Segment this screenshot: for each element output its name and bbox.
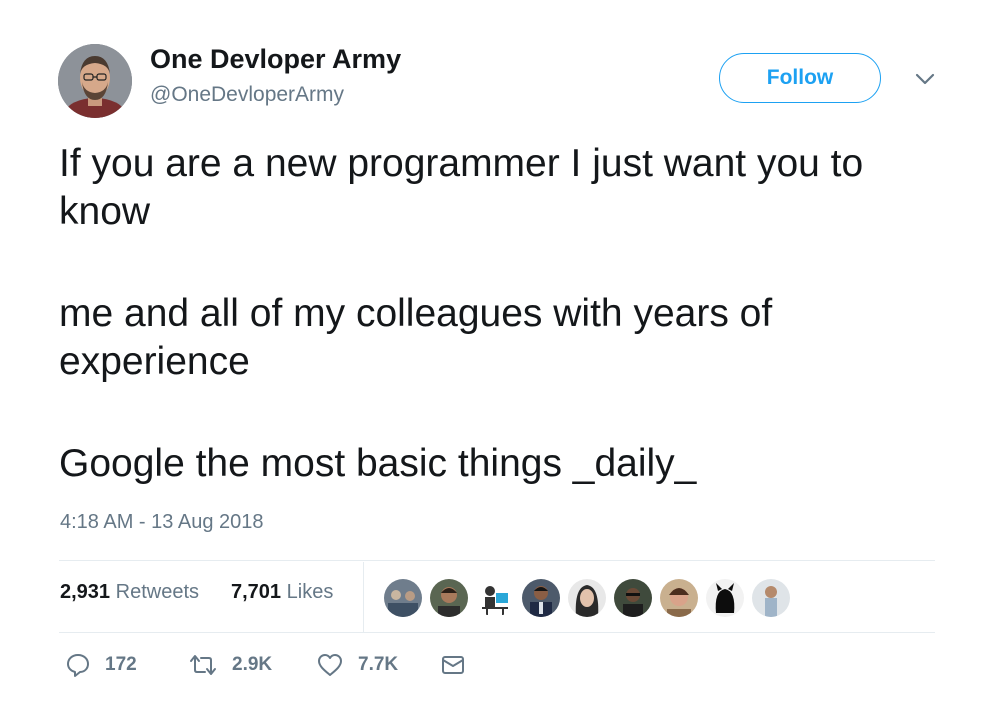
liker-avatar[interactable] (612, 577, 654, 619)
like-count: 7.7K (358, 654, 399, 675)
divider (59, 632, 935, 633)
tweet-paragraph: Google the most basic things _daily_ (59, 442, 697, 485)
retweet-count: 2.9K (232, 654, 273, 675)
author-avatar[interactable] (58, 44, 132, 118)
liker-avatar[interactable] (704, 577, 746, 619)
liker-avatar[interactable] (658, 577, 700, 619)
liker-avatar[interactable] (750, 577, 792, 619)
heart-icon (316, 652, 344, 678)
liker-avatar[interactable] (428, 577, 470, 619)
liker-avatar[interactable] (566, 577, 608, 619)
follow-button[interactable]: Follow (719, 53, 881, 103)
tweet-paragraph: me and all of my colleagues with years o… (59, 292, 773, 383)
tweet-paragraph: If you are a new programmer I just want … (59, 142, 864, 233)
likes-label: Likes (286, 581, 334, 603)
reply-button[interactable]: 172 (65, 652, 137, 678)
chevron-down-icon[interactable] (912, 68, 938, 90)
likes-count: 7,701 (231, 581, 282, 603)
divider (59, 560, 935, 561)
retweet-button[interactable]: 2.9K (188, 652, 272, 678)
retweet-icon (188, 652, 218, 678)
liker-avatar[interactable] (382, 577, 424, 619)
stats-divider (363, 562, 364, 632)
tweet-text: If you are a new programmer I just want … (59, 140, 939, 542)
retweets-count: 2,931 (60, 581, 111, 603)
liker-avatar[interactable] (474, 577, 516, 619)
reply-count: 172 (105, 654, 137, 675)
liker-avatar[interactable] (520, 577, 562, 619)
liker-avatars (382, 577, 794, 619)
author-handle[interactable]: @OneDevloperArmy (150, 83, 344, 107)
reply-icon (65, 652, 91, 678)
like-button[interactable]: 7.7K (316, 652, 398, 678)
tweet-timestamp[interactable]: 4:18 AM - 13 Aug 2018 (60, 511, 264, 534)
likes-stat[interactable]: 7,701 Likes (231, 581, 333, 604)
retweets-stat[interactable]: 2,931 Retweets (60, 581, 199, 604)
author-display-name[interactable]: One Devloper Army (150, 44, 401, 75)
tweet-card: One Devloper Army @OneDevloperArmy Follo… (0, 0, 993, 716)
retweets-label: Retweets (115, 581, 199, 603)
direct-message-button[interactable] (440, 652, 466, 678)
envelope-icon (440, 652, 466, 678)
